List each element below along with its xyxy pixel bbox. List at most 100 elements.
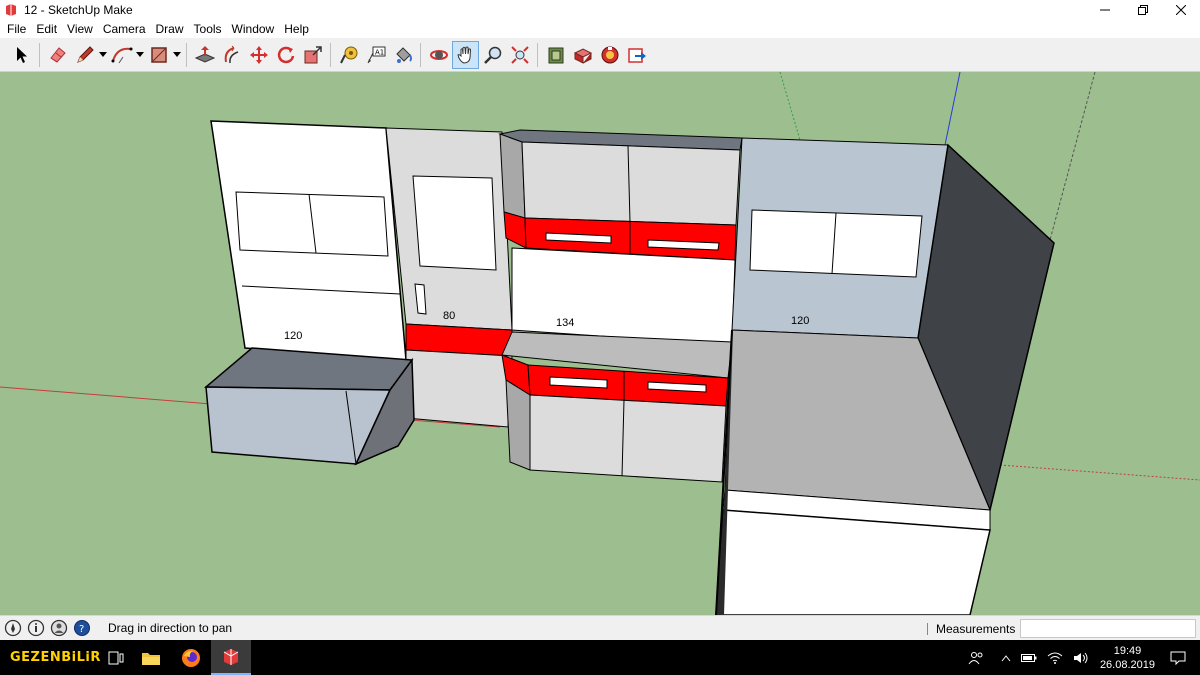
scale-tool-button[interactable]	[299, 41, 326, 69]
system-tray: 19:49 26.08.2019	[963, 640, 1200, 675]
toolbar-separator	[330, 42, 331, 67]
dimension-label: 120	[284, 330, 302, 342]
menu-bar: File Edit View Camera Draw Tools Window …	[0, 20, 1200, 38]
drawing-viewport[interactable]: 120 80 134 120	[0, 72, 1200, 615]
orbit-icon	[429, 49, 448, 60]
rectangle-tool-dropdown[interactable]	[172, 41, 182, 69]
toolbar-separator	[39, 42, 40, 67]
menu-window[interactable]: Window	[227, 20, 280, 38]
svg-text:?: ?	[79, 624, 84, 635]
task-view-button[interactable]	[101, 640, 131, 675]
share-model-button[interactable]	[623, 41, 650, 69]
pencil-icon	[76, 45, 94, 63]
move-icon	[249, 45, 268, 64]
sketchup-icon	[223, 648, 239, 665]
sketchup-taskbar-button[interactable]	[210, 640, 251, 675]
arc-tool-button[interactable]	[108, 41, 135, 69]
title-bar: 12 - SketchUp Make	[0, 0, 1200, 20]
clock-date: 26.08.2019	[1099, 658, 1155, 671]
windows-taskbar: GEZENBiLiR 19:49 26.08.2019	[0, 640, 1200, 675]
warehouse-icon	[548, 47, 563, 63]
wifi-icon[interactable]	[1047, 652, 1063, 664]
line-tool-dropdown[interactable]	[98, 41, 108, 69]
share-icon	[627, 47, 646, 63]
restore-button[interactable]	[1124, 0, 1162, 20]
geo-location-icon[interactable]	[3, 618, 23, 638]
menu-file[interactable]: File	[2, 20, 31, 38]
menu-camera[interactable]: Camera	[98, 20, 151, 38]
zoom-icon	[483, 46, 501, 64]
arc-tool-dropdown[interactable]	[135, 41, 145, 69]
minimize-button[interactable]	[1086, 0, 1124, 20]
offset-tool-button[interactable]	[218, 41, 245, 69]
toolbar-separator	[537, 42, 538, 67]
file-explorer-button[interactable]	[131, 640, 171, 675]
status-hint: Drag in direction to pan	[108, 621, 233, 635]
zoom-tool-button[interactable]	[479, 41, 506, 69]
layout-icon	[601, 46, 618, 63]
scale-icon	[304, 45, 322, 63]
tape-measure-tool-button[interactable]	[335, 41, 362, 69]
line-tool-button[interactable]	[71, 41, 98, 69]
toolbar-separator	[420, 42, 421, 67]
firefox-icon	[181, 648, 200, 667]
tape-measure-icon	[339, 46, 357, 63]
rectangle-icon	[150, 46, 167, 63]
menu-help[interactable]: Help	[279, 20, 314, 38]
pan-tool-button[interactable]	[452, 40, 479, 69]
sketchup-app-icon	[6, 4, 16, 16]
zoom-extents-tool-button[interactable]	[506, 41, 533, 69]
menu-view[interactable]: View	[62, 20, 98, 38]
rotate-tool-button[interactable]	[272, 41, 299, 69]
clock-time: 19:49	[1113, 644, 1142, 657]
task-view-icon	[108, 651, 124, 664]
pan-hand-icon	[456, 46, 471, 64]
3d-warehouse-button[interactable]	[542, 41, 569, 69]
orbit-tool-button[interactable]	[425, 41, 452, 69]
menu-draw[interactable]: Draw	[151, 20, 189, 38]
dimension-label: 80	[443, 310, 455, 322]
menu-edit[interactable]: Edit	[31, 20, 62, 38]
paint-bucket-tool-button[interactable]	[389, 41, 416, 69]
push-pull-tool-button[interactable]	[191, 41, 218, 69]
battery-icon[interactable]	[1020, 653, 1037, 663]
arc-icon	[111, 47, 132, 63]
offset-icon	[224, 45, 238, 63]
chevron-up-icon[interactable]	[1001, 654, 1011, 662]
select-arrow-icon	[16, 46, 27, 63]
menu-tools[interactable]: Tools	[189, 20, 227, 38]
model-canvas: 120 80 134 120	[0, 72, 1200, 615]
measurements-label: Measurements	[936, 622, 1016, 636]
select-tool-button[interactable]	[8, 41, 35, 69]
volume-icon[interactable]	[1073, 652, 1089, 664]
text-tool-button[interactable]: A1	[362, 41, 389, 69]
layout-send-button[interactable]	[596, 41, 623, 69]
dimension-label: 134	[556, 317, 574, 329]
move-tool-button[interactable]	[245, 41, 272, 69]
push-pull-icon	[194, 45, 215, 63]
help-icon[interactable]: ?	[72, 618, 92, 638]
svg-text:A1: A1	[375, 48, 384, 56]
status-separator	[927, 623, 928, 635]
measurements-input[interactable]	[1020, 619, 1196, 638]
window-title: 12 - SketchUp Make	[24, 3, 133, 17]
user-account-icon[interactable]	[49, 618, 69, 638]
rectangle-tool-button[interactable]	[145, 41, 172, 69]
status-bar: ? Drag in direction to pan Measurements	[0, 615, 1200, 640]
close-button[interactable]	[1162, 0, 1200, 20]
folder-icon	[141, 652, 160, 665]
extension-icon	[573, 47, 592, 64]
taskbar-clock[interactable]: 19:49 26.08.2019	[1100, 644, 1155, 672]
main-toolbar: A1	[0, 38, 1200, 72]
eraser-tool-button[interactable]	[44, 41, 71, 69]
zoom-extents-icon	[510, 45, 529, 64]
paint-bucket-icon	[395, 46, 412, 63]
firefox-button[interactable]	[171, 640, 211, 675]
credits-info-icon[interactable]	[26, 618, 46, 638]
dimension-label: 120	[791, 315, 809, 327]
brand-logo: GEZENBiLiR	[10, 650, 101, 665]
notifications-icon[interactable]	[1170, 651, 1186, 665]
people-icon[interactable]	[968, 651, 984, 665]
eraser-icon	[49, 46, 66, 63]
extension-warehouse-button[interactable]	[569, 41, 596, 69]
